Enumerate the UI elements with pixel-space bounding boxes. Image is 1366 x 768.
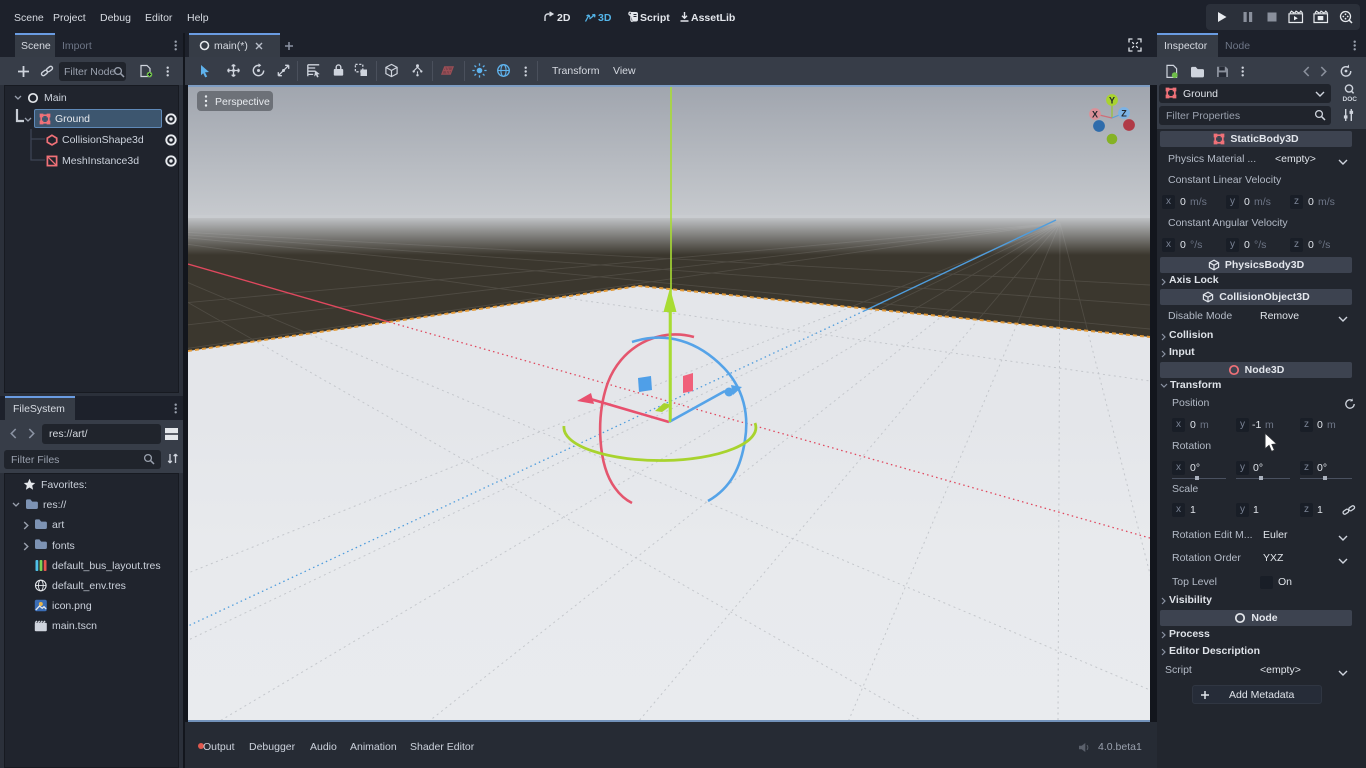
svg-text:DOC: DOC	[1343, 96, 1358, 103]
svg-text:Perspective: Perspective	[215, 96, 270, 108]
svg-text:Z: Z	[1121, 109, 1127, 119]
svg-text:Y: Y	[1109, 96, 1115, 106]
svg-text:X: X	[1092, 110, 1098, 120]
